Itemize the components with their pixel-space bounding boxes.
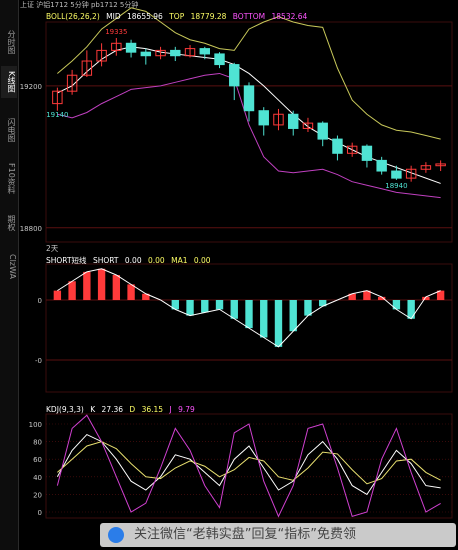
price-annotation: 19335 [105,28,127,36]
d-value: 36.15 [141,405,164,414]
short-ytick-label: -0 [35,357,42,365]
candle-body [258,110,269,126]
bottom-label: BOTTOM [232,12,266,21]
candle-body [229,64,240,87]
candle-body [376,159,387,172]
price-annotation: 18940 [385,182,407,190]
kdj-indicator-name: KDJ(9,3,3) [46,405,84,414]
j-label: J [169,405,172,414]
kdj-ytick-label: 0 [38,509,42,517]
k-label: K [90,405,96,414]
candle-body [214,53,225,66]
mid-value: 18655.96 [127,12,163,21]
short-indicator-name: SHORT短线 [46,256,87,265]
candle-body [391,170,402,179]
period-label: 2天 [46,244,59,253]
ma1-value: 0.00 [193,256,211,265]
kdj-ytick-label: 40 [33,474,42,482]
kdj-k-line [56,433,441,496]
kdj-d-line [57,441,441,485]
boll-indicator-name: BOLL(26,26,2) [46,12,100,21]
candle-body [288,113,299,129]
candle-body [361,145,373,161]
watermark-text: 关注微信“老韩实盘”回复“指标”免费领 [134,527,356,542]
candle-body [243,85,255,112]
short-label: SHORT [92,256,119,265]
short-value: 0.00 [124,256,142,265]
top-label: TOP [169,12,185,21]
price-annotation: 19140 [46,111,68,119]
boll-header: BOLL(26,26,2) MID 18655.96 TOP 18779.28 … [46,12,311,21]
main-ytick-label: 18800 [20,225,42,233]
kdj-ytick-label: 80 [33,439,42,447]
kdj-header: KDJ(9,3,3) K 27.36 D 36.15 J 9.79 [46,405,199,414]
d-label: D [129,405,136,414]
main-panel-frame [45,21,453,243]
k-value: 27.36 [101,405,124,414]
short-ytick-label: 0 [38,297,42,305]
ma1-label: MA1 [171,256,188,265]
mid-label: MID [106,12,121,21]
kdj-ytick-label: 60 [33,456,42,464]
candle-body [125,42,137,53]
candle-body [170,49,181,57]
top-value: 18779.28 [190,12,227,21]
short-header: SHORT短线 SHORT 0.00 0.00 MA1 0.00 [46,255,215,266]
candle-body [332,138,343,154]
short-value-2: 0.00 [148,256,165,265]
candle-body [199,48,210,55]
bottom-value: 18532.64 [271,12,308,21]
watermark-banner: 关注微信“老韩实盘”回复“指标”免费领 [100,523,456,547]
chart-canvas: 19200 18800 19335 19140 18940 0 -0 100 80 60 40 20 0 [20,7,453,519]
j-value: 9.79 [178,405,195,414]
main-ytick-label: 19200 [20,83,42,91]
candle-body [317,122,328,140]
wechat-icon [108,527,124,543]
candle-body [140,51,152,57]
kdj-j-line [56,414,441,518]
kdj-ytick-label: 20 [33,491,42,499]
kdj-panel-frame [45,413,453,519]
kdj-ytick-label: 100 [29,421,42,429]
